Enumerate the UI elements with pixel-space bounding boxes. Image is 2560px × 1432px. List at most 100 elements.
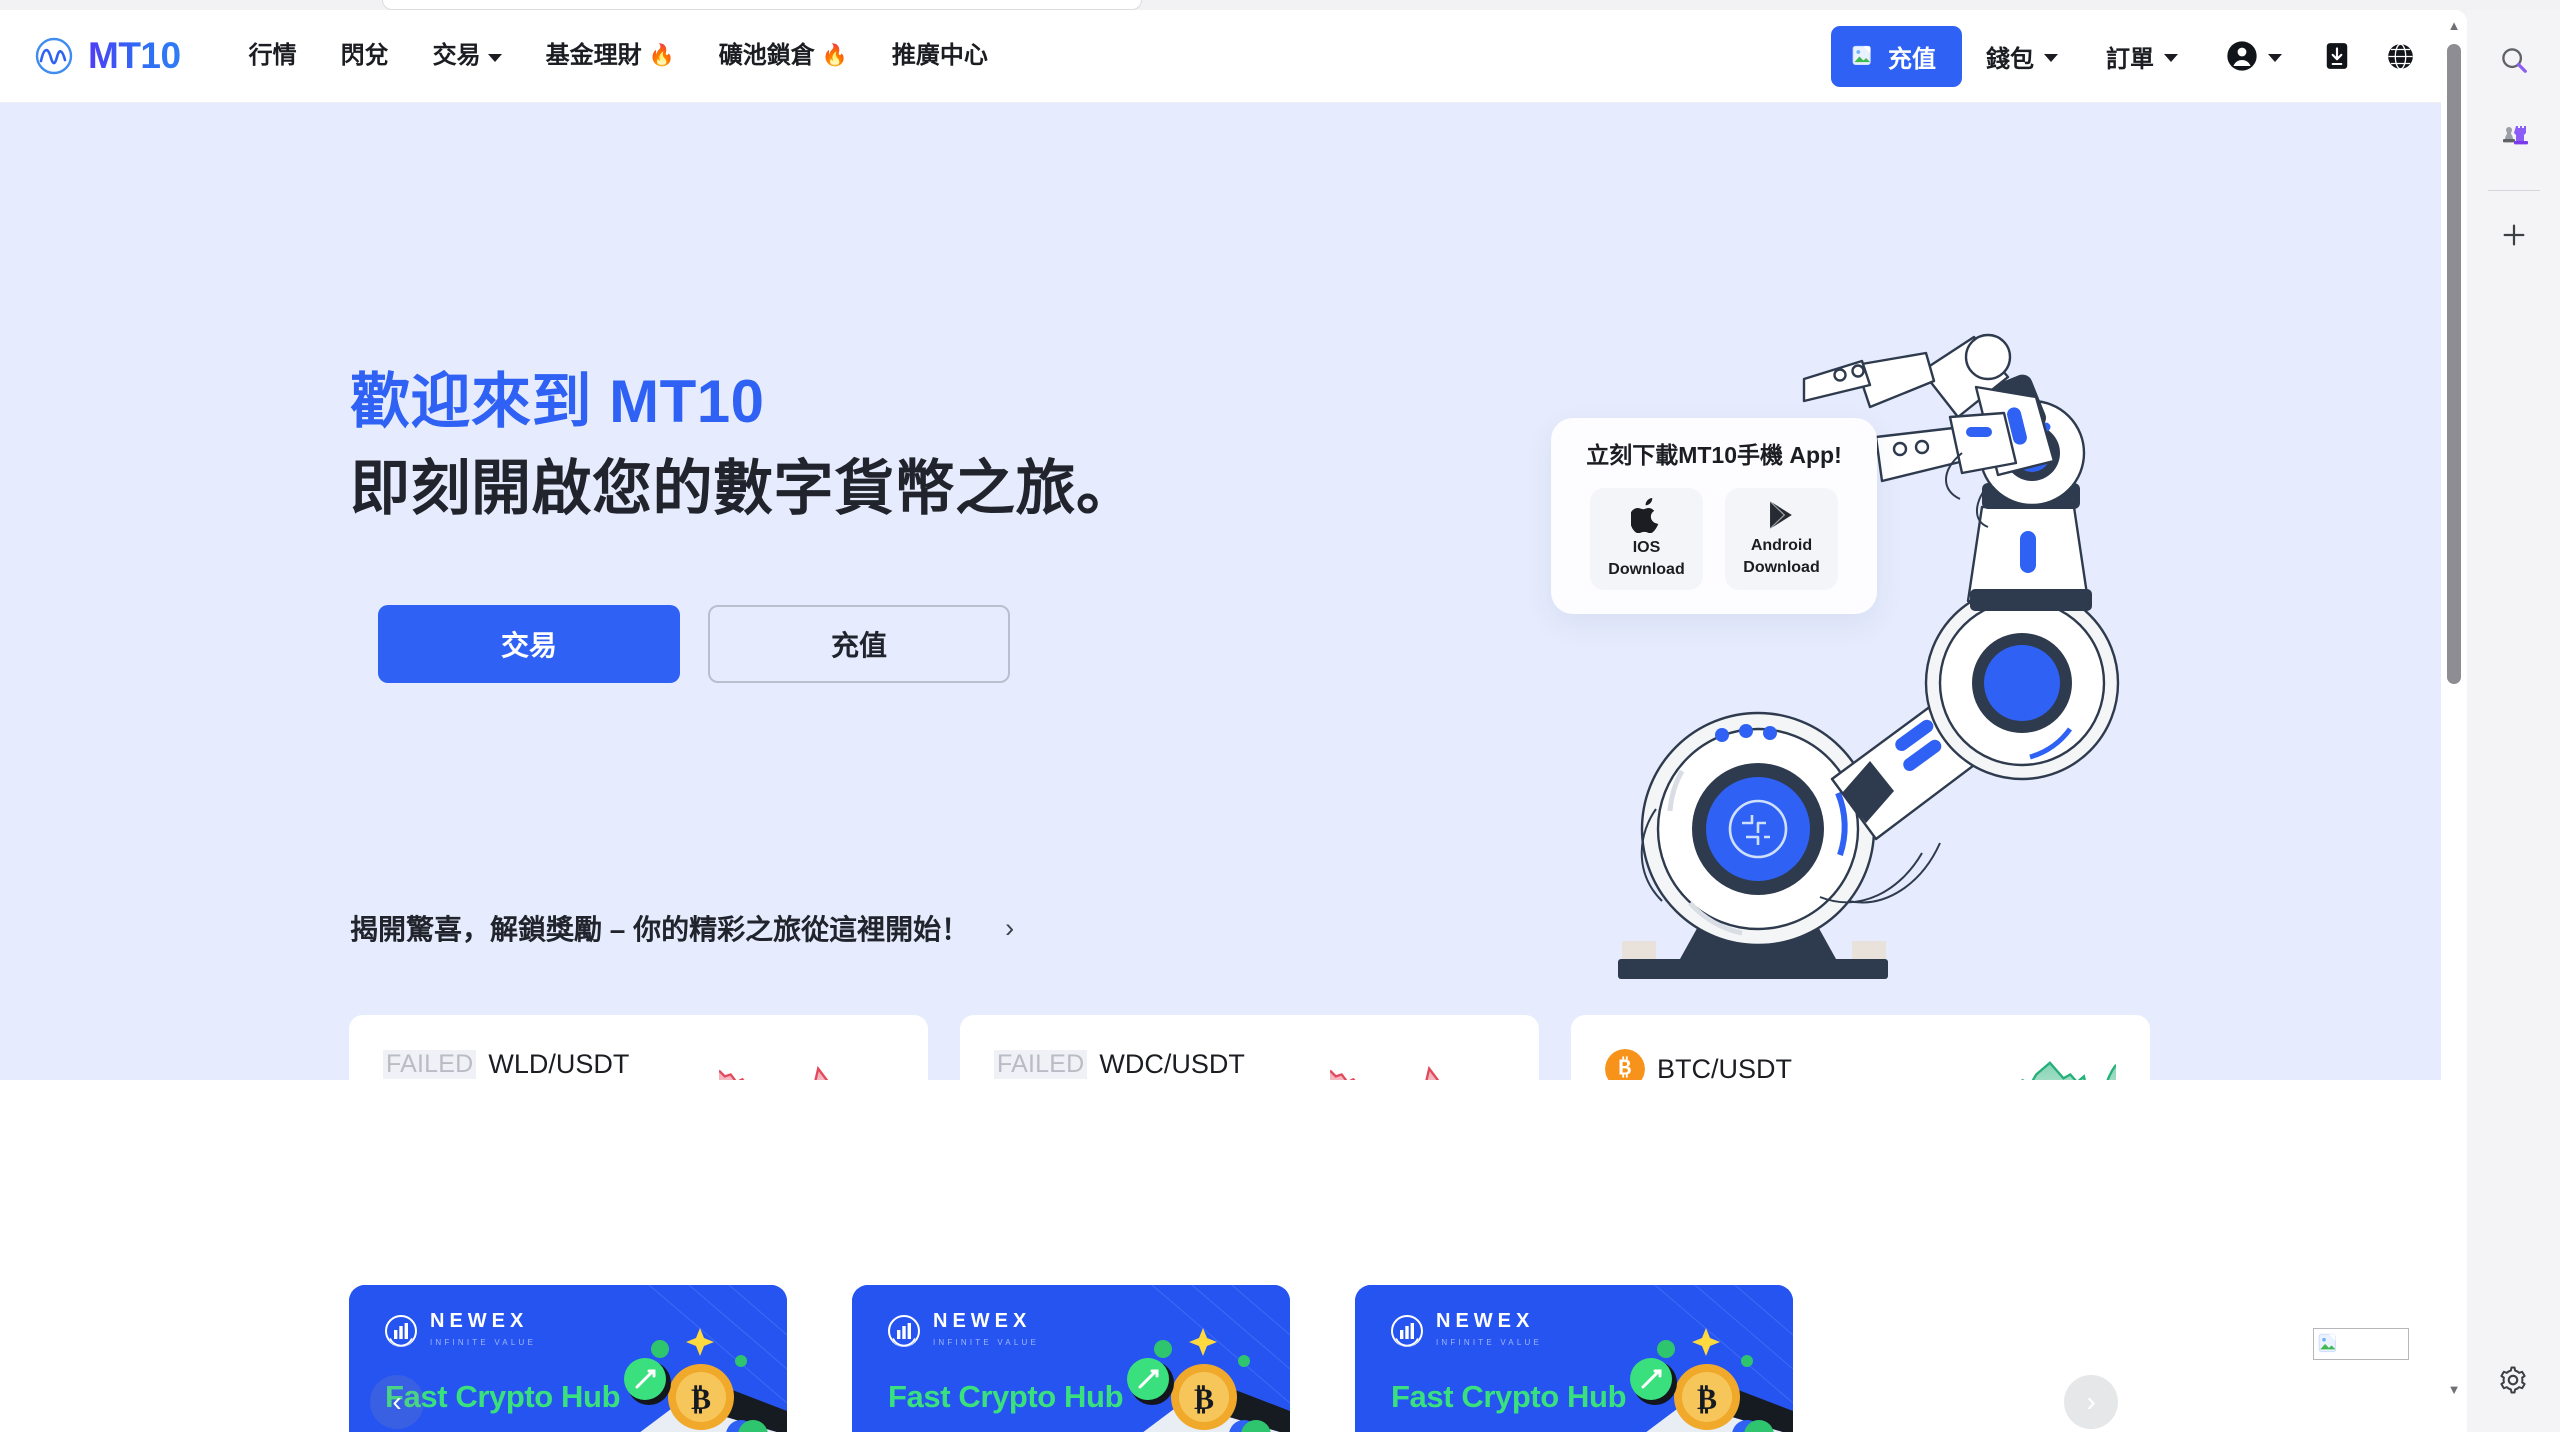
globe-icon: [2388, 43, 2413, 69]
promo-banner-link[interactable]: 揭開驚喜，解鎖獎勵 – 你的精彩之旅從這裡開始！ ›: [350, 908, 1014, 948]
chevron-down-icon: [487, 54, 502, 62]
site-header: MT10 行情 閃兌 交易 基金理財 🔥 礦池鎖倉 🔥 推廣中心 充值 錢包 訂…: [0, 10, 2467, 103]
download-app-button[interactable]: [2306, 42, 2368, 70]
newex-mark-icon: [888, 1314, 920, 1347]
fire-emoji-icon: 🔥: [648, 44, 675, 67]
scroll-down-arrow[interactable]: ▼: [2441, 1374, 2467, 1404]
newex-mark-icon: [1391, 1314, 1423, 1347]
banner-subtitle: One-Click USDT with Your Bank Card: [888, 1427, 1148, 1432]
fire-emoji-icon: 🔥: [821, 44, 848, 67]
nav-label: 閃兌: [340, 42, 389, 69]
nav-label: 基金理財: [545, 42, 642, 69]
brand-name: MT10: [88, 35, 181, 76]
hero-section: 歡迎來到 MT10 即刻開啟您的數字貨幣之旅。 交易 充值 揭開驚喜，解鎖獎勵 …: [0, 103, 2467, 1173]
svg-text:₿: ₿: [1194, 1383, 1214, 1416]
main-nav: 行情 閃兌 交易 基金理財 🔥 礦池鎖倉 🔥 推廣中心: [227, 31, 1010, 81]
banner-subtitle: One-Click USDT with Your Bank Card: [1391, 1427, 1651, 1432]
deposit-button[interactable]: 充值: [1831, 25, 1962, 87]
orders-menu[interactable]: 訂單: [2082, 39, 2202, 74]
newex-logo-text: NEWEX INFINITE VALUE: [933, 1310, 1039, 1347]
wallet-label: 錢包: [1986, 45, 2034, 73]
chevron-down-icon: [2164, 54, 2178, 62]
sidebar-settings-button[interactable]: [2485, 1352, 2541, 1408]
account-menu[interactable]: [2202, 40, 2306, 72]
hero-title: 歡迎來到 MT10: [350, 368, 765, 435]
download-icon: [2326, 43, 2348, 69]
nav-label: 交易: [432, 42, 481, 69]
hero-copy: 歡迎來到 MT10 即刻開啟您的數字貨幣之旅。: [350, 365, 1137, 525]
hero-subtitle: 即刻開啟您的數字貨幣之旅。: [350, 455, 1137, 523]
promo-text: 揭開驚喜，解鎖獎勵 – 你的精彩之旅從這裡開始！: [350, 914, 970, 945]
chevron-right-icon: ›: [1005, 912, 1015, 943]
sidebar-search-button[interactable]: [2486, 32, 2542, 88]
carousel-prev-button[interactable]: ‹: [370, 1375, 424, 1429]
chevron-down-icon: [2268, 54, 2282, 62]
banner-title: Fast Crypto Hub: [1391, 1379, 1627, 1414]
scroll-up-arrow[interactable]: ▲: [2441, 10, 2467, 40]
language-button[interactable]: [2368, 42, 2433, 71]
page-scrollbar[interactable]: ▲ ▼: [2441, 10, 2467, 1432]
user-avatar-icon: [2227, 41, 2257, 71]
app-download-card: 立刻下載MT10手機 App! IOS Download Android Dow…: [1551, 418, 1877, 614]
wallet-menu[interactable]: 錢包: [1962, 39, 2082, 74]
newex-logo: NEWEX INFINITE VALUE: [1391, 1311, 1542, 1350]
broken-image-icon: FAILED: [994, 1050, 1088, 1079]
banner-row: ₿ NEWEX INFINITE VALUE Fast Crypto Hub ₿…: [349, 1285, 1793, 1432]
app-card-title: 立刻下載MT10手機 App!: [1586, 442, 1842, 468]
chess-pieces-icon: [2502, 126, 2528, 145]
apple-icon: [1631, 497, 1659, 533]
broken-image-placeholder: [2313, 1328, 2409, 1360]
search-icon: [2501, 48, 2527, 73]
nav-item-trade[interactable]: 交易: [411, 31, 524, 81]
sidebar-chess-button[interactable]: [2486, 106, 2542, 162]
scrollbar-thumb[interactable]: [2447, 44, 2461, 684]
broken-image-icon: [2318, 1333, 2336, 1353]
nav-item-promotion[interactable]: 推廣中心: [870, 31, 1010, 81]
ios-label: IOS Download: [1608, 538, 1685, 578]
nav-item-swap[interactable]: 閃兌: [319, 31, 411, 81]
banner-title: Fast Crypto Hub: [888, 1379, 1124, 1414]
nav-label: 礦池鎖倉: [718, 42, 815, 69]
android-label: Android Download: [1743, 537, 1820, 576]
chevron-down-icon: [2044, 54, 2058, 62]
orders-label: 訂單: [2106, 45, 2154, 73]
deposit-label: 充值: [1888, 45, 1936, 73]
svg-text:₿: ₿: [691, 1383, 711, 1416]
newex-logo-text: NEWEX INFINITE VALUE: [1436, 1310, 1542, 1347]
android-download-button[interactable]: Android Download: [1725, 488, 1838, 590]
app-download-buttons: IOS Download Android Download: [1551, 488, 1877, 590]
sidebar-add-button[interactable]: [2486, 207, 2542, 263]
wave-logo-icon: [35, 37, 73, 75]
trade-button[interactable]: 交易: [378, 605, 680, 683]
nav-item-fund[interactable]: 基金理財 🔥: [524, 31, 697, 81]
ticker-pair: WDC/USDT: [1099, 1049, 1245, 1079]
newex-mark-icon: [385, 1314, 417, 1347]
ticker-pair: WLD/USDT: [488, 1049, 630, 1079]
topup-button[interactable]: 充值: [708, 605, 1010, 683]
banner-subtitle: One-Click USDT with Your Bank Card: [385, 1427, 645, 1432]
nav-label: 推廣中心: [891, 42, 988, 69]
svg-text:₿: ₿: [1697, 1383, 1717, 1416]
header-actions: 充值 錢包 訂單: [1831, 25, 2433, 87]
google-play-icon: [1769, 501, 1792, 530]
gear-icon: [2500, 1366, 2526, 1394]
active-browser-tab[interactable]: [382, 0, 1142, 10]
plus-icon: [2503, 224, 2524, 246]
image-card-icon: [1852, 45, 1871, 65]
banner-card[interactable]: ₿ NEWEX INFINITE VALUE Fast Crypto Hub: [1355, 1285, 1793, 1432]
newex-logo-text: NEWEX INFINITE VALUE: [430, 1310, 536, 1347]
broken-image-icon: FAILED: [383, 1050, 477, 1079]
browser-sidebar: [2467, 10, 2560, 1432]
newex-logo: NEWEX INFINITE VALUE: [888, 1311, 1039, 1350]
ios-download-button[interactable]: IOS Download: [1590, 488, 1703, 590]
brand-logo[interactable]: MT10: [34, 35, 181, 77]
hero-actions: 交易 充值: [378, 605, 1010, 683]
sidebar-divider: [2487, 190, 2540, 191]
nav-item-mining[interactable]: 礦池鎖倉 🔥: [697, 31, 870, 81]
browser-window: MT10 行情 閃兌 交易 基金理財 🔥 礦池鎖倉 🔥 推廣中心 充值 錢包 訂…: [0, 0, 2560, 1432]
nav-item-market[interactable]: 行情: [227, 31, 319, 81]
banner-card[interactable]: ₿ NEWEX INFINITE VALUE Fast Crypto Hub: [852, 1285, 1290, 1432]
carousel-next-button[interactable]: ›: [2064, 1375, 2118, 1429]
newex-logo: NEWEX INFINITE VALUE: [385, 1311, 536, 1350]
page-viewport: MT10 行情 閃兌 交易 基金理財 🔥 礦池鎖倉 🔥 推廣中心 充值 錢包 訂…: [0, 10, 2467, 1432]
